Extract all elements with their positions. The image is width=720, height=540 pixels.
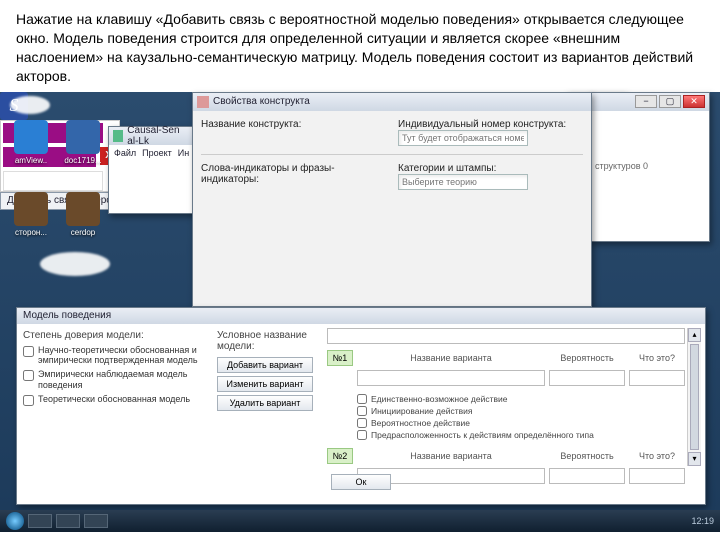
label-indicators: Слова-индикаторы и фразы-индикаторы: bbox=[201, 163, 386, 190]
delete-variant-button[interactable]: Удалить вариант bbox=[217, 395, 313, 411]
color-palette: X bbox=[0, 120, 120, 192]
construct-id-field[interactable] bbox=[398, 130, 528, 146]
editor-title: Causal-Sen al-Lk bbox=[127, 125, 193, 147]
model-title: Модель поведения bbox=[23, 310, 111, 321]
taskbar-item[interactable] bbox=[28, 514, 52, 528]
variant-what-input[interactable] bbox=[629, 468, 685, 484]
variant-number: №1 bbox=[327, 350, 353, 366]
behavior-model-window: Модель поведения Степень доверия модели:… bbox=[16, 307, 706, 505]
action-type-check[interactable]: Вероятностное действие bbox=[357, 418, 685, 428]
theory-select-field[interactable] bbox=[398, 174, 528, 190]
trust-check-1[interactable]: Научно-теоретически обоснованная и эмпир… bbox=[23, 345, 211, 367]
color-swatch[interactable] bbox=[3, 123, 103, 143]
model-name-label: Условное название модели: bbox=[217, 330, 319, 352]
action-type-group: Единственно-возможное действие Иницииров… bbox=[357, 392, 685, 442]
color-swatch[interactable] bbox=[3, 147, 96, 167]
trust-level-label: Степень доверия модели: bbox=[23, 330, 211, 341]
taskbar-item[interactable] bbox=[56, 514, 80, 528]
construct-properties-window: Свойства конструкта Название конструкта:… bbox=[192, 92, 592, 307]
scroll-thumb[interactable] bbox=[690, 344, 699, 450]
col-header-prob: Вероятность bbox=[549, 353, 625, 363]
variants-scrollbar[interactable]: ▴ ▾ bbox=[687, 328, 701, 466]
taskbar-item[interactable] bbox=[84, 514, 108, 528]
label-categories: Категории и штампы: bbox=[398, 163, 583, 174]
variant-what-input[interactable] bbox=[629, 370, 685, 386]
start-button[interactable] bbox=[6, 512, 24, 530]
trust-check-2[interactable]: Эмпирически наблюдаемая модель поведения bbox=[23, 369, 211, 391]
variant-buttons-panel: Условное название модели: Добавить вариа… bbox=[217, 324, 319, 470]
side-panel-note: структуров 0 bbox=[589, 111, 709, 171]
variant-prob-input[interactable] bbox=[549, 370, 625, 386]
maximize-icon[interactable]: ▢ bbox=[659, 95, 681, 108]
side-panel: −▢✕ структуров 0 bbox=[588, 92, 710, 242]
model-name-input[interactable] bbox=[327, 328, 685, 344]
tray-clock: 12:19 bbox=[691, 516, 714, 526]
menu-file[interactable]: Файл bbox=[114, 148, 136, 158]
edit-variant-button[interactable]: Изменить вариант bbox=[217, 376, 313, 392]
color-swatch[interactable] bbox=[3, 171, 103, 191]
model-ok-button[interactable]: Ок bbox=[331, 474, 391, 490]
menu-project[interactable]: Проект bbox=[142, 148, 172, 158]
desktop-area: amView.. doc1719... сторон... cerdop −▢✕… bbox=[0, 92, 720, 532]
scroll-up-icon[interactable]: ▴ bbox=[688, 328, 701, 342]
action-type-check[interactable]: Инициирование действия bbox=[357, 406, 685, 416]
variants-list: №1 Название варианта Вероятность Что это… bbox=[327, 328, 685, 466]
trust-check-3[interactable]: Теоретически обоснованная модель bbox=[23, 394, 211, 406]
col-header-what: Что это? bbox=[629, 353, 685, 363]
taskbar: 12:19 bbox=[0, 510, 720, 532]
trust-level-panel: Степень доверия модели: Научно-теоретиче… bbox=[17, 324, 217, 470]
variant-prob-input[interactable] bbox=[549, 468, 625, 484]
col-header-name: Название варианта bbox=[357, 353, 545, 363]
variant-number: №2 bbox=[327, 448, 353, 464]
menu-in[interactable]: Ин bbox=[178, 148, 189, 158]
add-variant-button[interactable]: Добавить вариант bbox=[217, 357, 313, 373]
label-construct-id: Индивидуальный номер конструкта: bbox=[398, 119, 583, 130]
instruction-paragraph: Нажатие на клавишу «Добавить связь с вер… bbox=[0, 0, 720, 92]
close-icon[interactable]: ✕ bbox=[683, 95, 705, 108]
editor-window: Causal-Sen al-Lk Файл Проект Ин bbox=[108, 126, 198, 214]
minimize-icon[interactable]: − bbox=[635, 95, 657, 108]
label-construct-name: Название конструкта: bbox=[201, 119, 386, 146]
action-type-check[interactable]: Предрасположенность к действиям определё… bbox=[357, 430, 685, 440]
variant-name-input[interactable] bbox=[357, 370, 545, 386]
props-title: Свойства конструкта bbox=[213, 96, 310, 107]
action-type-check[interactable]: Единственно-возможное действие bbox=[357, 394, 685, 404]
scroll-down-icon[interactable]: ▾ bbox=[688, 452, 701, 466]
